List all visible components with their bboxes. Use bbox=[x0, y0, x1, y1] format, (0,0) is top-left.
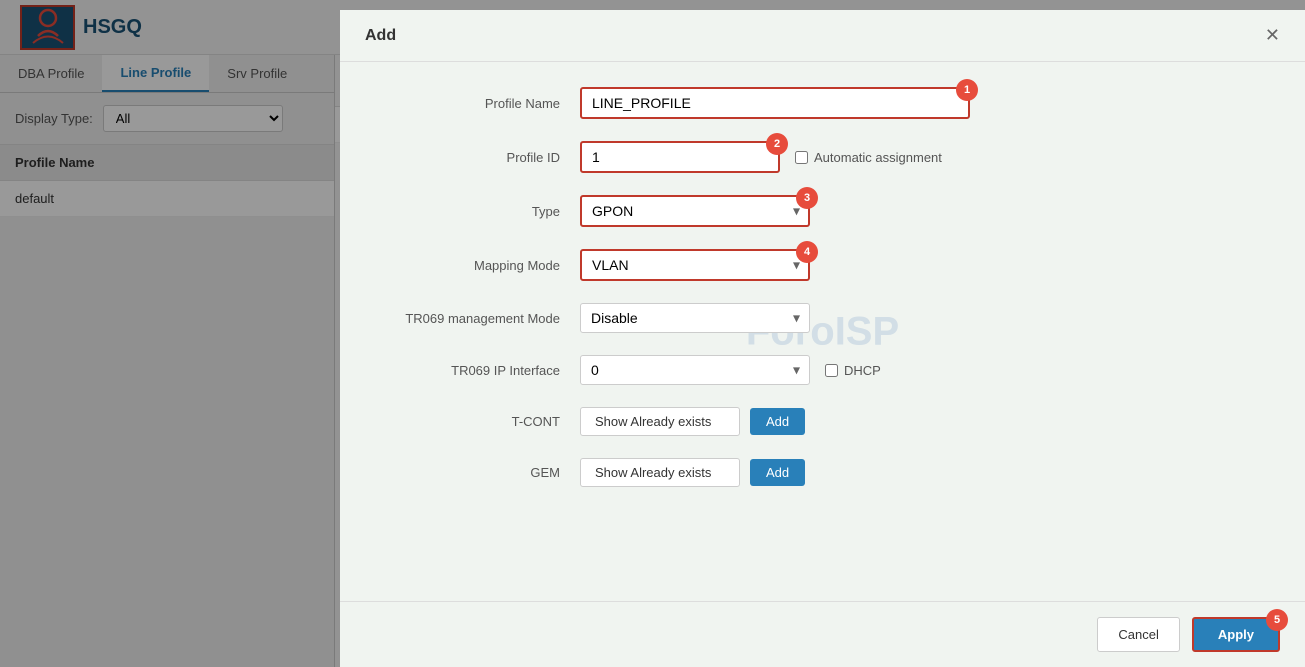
badge-2: 2 bbox=[766, 133, 788, 155]
tr069-mode-select[interactable]: Disable bbox=[580, 303, 810, 333]
type-select[interactable]: GPON bbox=[580, 195, 810, 227]
profile-id-input[interactable] bbox=[580, 141, 780, 173]
modal-title: Add bbox=[365, 27, 396, 45]
type-row: Type GPON 3 bbox=[380, 195, 1265, 227]
modal-close-button[interactable]: ✕ bbox=[1265, 25, 1280, 46]
mapping-mode-row: Mapping Mode VLAN 4 bbox=[380, 249, 1265, 281]
type-label: Type bbox=[380, 204, 580, 219]
profile-name-label: Profile Name bbox=[380, 96, 580, 111]
tr069-mode-label: TR069 management Mode bbox=[380, 311, 580, 326]
modal-body: ForoISP Profile Name 1 Profile ID 2 Auto… bbox=[340, 62, 1305, 601]
badge-3: 3 bbox=[796, 187, 818, 209]
modal-footer: Cancel Apply 5 bbox=[340, 601, 1305, 667]
gem-label: GEM bbox=[380, 465, 580, 480]
tr069-mode-row: TR069 management Mode Disable bbox=[380, 303, 1265, 333]
auto-assignment-checkbox[interactable] bbox=[795, 151, 808, 164]
tcont-row: T-CONT Show Already exists Add bbox=[380, 407, 1265, 436]
tcont-show-exists-button[interactable]: Show Already exists bbox=[580, 407, 740, 436]
tr069-ip-label: TR069 IP Interface bbox=[380, 363, 580, 378]
modal: Add ✕ ForoISP Profile Name 1 Profile ID … bbox=[340, 10, 1305, 667]
profile-id-label: Profile ID bbox=[380, 150, 580, 165]
dhcp-label: DHCP bbox=[844, 363, 881, 378]
gem-add-button[interactable]: Add bbox=[750, 459, 805, 486]
profile-name-row: Profile Name 1 bbox=[380, 87, 1265, 119]
tcont-label: T-CONT bbox=[380, 414, 580, 429]
profile-name-input[interactable] bbox=[580, 87, 970, 119]
tr069-ip-select[interactable]: 0 bbox=[580, 355, 810, 385]
tcont-add-button[interactable]: Add bbox=[750, 408, 805, 435]
dhcp-row: DHCP bbox=[825, 363, 881, 378]
auto-assignment-row: Automatic assignment bbox=[795, 150, 942, 165]
modal-header: Add ✕ bbox=[340, 10, 1305, 62]
badge-5: 5 bbox=[1266, 609, 1288, 631]
dhcp-checkbox[interactable] bbox=[825, 364, 838, 377]
tr069-ip-row: TR069 IP Interface 0 DHCP bbox=[380, 355, 1265, 385]
cancel-button[interactable]: Cancel bbox=[1097, 617, 1179, 652]
badge-1: 1 bbox=[956, 79, 978, 101]
mapping-mode-label: Mapping Mode bbox=[380, 258, 580, 273]
gem-row: GEM Show Already exists Add bbox=[380, 458, 1265, 487]
gem-show-exists-button[interactable]: Show Already exists bbox=[580, 458, 740, 487]
mapping-mode-select[interactable]: VLAN bbox=[580, 249, 810, 281]
profile-id-row: Profile ID 2 Automatic assignment bbox=[380, 141, 1265, 173]
badge-4: 4 bbox=[796, 241, 818, 263]
auto-assignment-label: Automatic assignment bbox=[814, 150, 942, 165]
